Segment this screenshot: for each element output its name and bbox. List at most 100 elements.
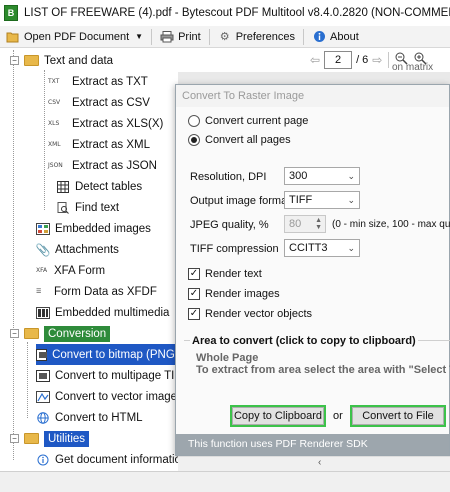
tree-item-form-data-xfdf[interactable]: ☰ Form Data as XFDF (36, 281, 157, 302)
radio-indicator[interactable] (188, 115, 200, 127)
radio-convert-all-pages[interactable]: Convert all pages (188, 134, 291, 146)
tree-label: Detect tables (75, 180, 143, 193)
collapse-icon[interactable]: − (10, 434, 19, 443)
zoom-out-icon[interactable] (395, 52, 408, 68)
collapse-icon[interactable]: − (10, 56, 19, 65)
stepper-arrows-icon[interactable]: ▲ ▼ (315, 217, 322, 231)
tree-item-extract-xml[interactable]: XML Extract as XML (48, 134, 150, 155)
xls-icon: XLS (48, 120, 60, 127)
copy-to-clipboard-button[interactable]: Copy to Clipboard (230, 405, 326, 427)
open-pdf-label: Open PDF Document (24, 30, 130, 43)
checkbox-render-vector[interactable]: ✓ Render vector objects (188, 308, 312, 320)
previous-page-icon[interactable]: ⇦ (310, 53, 320, 67)
output-format-value: TIFF (289, 194, 313, 206)
toolbar-separator (208, 28, 210, 45)
checkmark-icon[interactable]: ✓ (188, 268, 200, 280)
toolbar-separator (303, 28, 305, 45)
jpeg-quality-stepper[interactable]: 80 ▲ ▼ (284, 215, 326, 233)
jpeg-quality-value: 80 (289, 218, 302, 230)
chevron-down-icon: ⌄ (347, 195, 355, 205)
tree-item-convert-vector[interactable]: Convert to vector image ( (36, 386, 178, 407)
toolbar-separator (388, 52, 390, 68)
collapse-icon[interactable]: − (10, 329, 19, 338)
resolution-select[interactable]: 300 ⌄ (284, 167, 360, 185)
tiff-compression-select[interactable]: CCITT3 ⌄ (284, 239, 360, 257)
checkbox-render-text[interactable]: ✓ Render text (188, 268, 262, 280)
table-icon (56, 180, 70, 194)
printer-icon (160, 30, 174, 44)
jpeg-quality-hint: (0 - min size, 100 - max qualit (332, 219, 450, 230)
tree-item-extract-json[interactable]: JSON Extract as JSON (48, 155, 157, 176)
tree-label: Attachments (55, 243, 119, 256)
tree-item-convert-bitmap[interactable]: Convert to bitmap (PNG, (36, 344, 178, 365)
window-title: LIST OF FREEWARE (4).pdf - Bytescout PDF… (24, 7, 450, 19)
print-label: Print (178, 30, 201, 43)
tree-label: Convert to multipage TIFF (55, 369, 178, 382)
preferences-label: Preferences (235, 30, 296, 43)
info-icon (312, 30, 326, 44)
checkmark-icon[interactable]: ✓ (188, 308, 200, 320)
tree-item-embedded-images[interactable]: Embedded images (36, 218, 151, 239)
about-button[interactable]: About (306, 27, 365, 47)
xfdf-icon: ☰ (36, 288, 42, 295)
scroll-left-icon[interactable]: ‹ (318, 457, 321, 468)
open-pdf-button[interactable]: Open PDF Document ▼ (0, 27, 149, 47)
vector-image-icon (36, 390, 50, 404)
tree-item-embedded-multimedia[interactable]: Embedded multimedia (36, 302, 169, 323)
tree-item-extract-txt[interactable]: TXT Extract as TXT (48, 71, 148, 92)
zoom-in-icon[interactable] (414, 52, 427, 68)
area-whole-page[interactable]: Whole Page (196, 352, 258, 364)
find-text-icon (56, 201, 70, 215)
horizontal-scrollbar[interactable]: ‹ (178, 456, 450, 471)
xml-icon: XML (48, 141, 61, 148)
tiff-icon (36, 369, 50, 382)
tree-label: Conversion (44, 325, 111, 342)
tree-label: XFA Form (54, 264, 106, 277)
tree-node-text-and-data[interactable]: − Text and data (10, 50, 113, 71)
checkbox-render-images[interactable]: ✓ Render images (188, 288, 280, 300)
folder-open-icon (6, 30, 20, 44)
tree-label: Extract as XLS(X) (72, 117, 164, 130)
tree-label: Find text (75, 201, 120, 214)
chevron-down-icon: ⌄ (347, 171, 355, 181)
next-page-icon[interactable]: ⇨ (372, 53, 382, 67)
tree-item-extract-csv[interactable]: CSV Extract as CSV (48, 92, 150, 113)
output-format-select[interactable]: TIFF ⌄ (284, 191, 360, 209)
preferences-button[interactable]: ⚙ Preferences (212, 27, 301, 47)
radio-label: Convert current page (205, 115, 309, 127)
tree-item-get-document-information[interactable]: Get document information (36, 449, 178, 470)
tree-node-utilities[interactable]: − Utilities (10, 428, 90, 449)
tree-item-find-text[interactable]: Find text (56, 197, 119, 218)
status-bar (0, 471, 450, 492)
radio-convert-current-page[interactable]: Convert current page (188, 115, 308, 127)
about-label: About (330, 30, 359, 43)
checkmark-icon[interactable]: ✓ (188, 288, 200, 300)
tree-label: Extract as CSV (72, 96, 150, 109)
radio-indicator[interactable] (188, 134, 200, 146)
area-title: Area to convert (click to copy to clipbo… (190, 335, 418, 347)
radio-label: Convert all pages (205, 134, 291, 146)
print-button[interactable]: Print (154, 27, 207, 47)
page-navigator: ⇦ 2 / 6 ⇨ (310, 48, 427, 72)
tree-label: Convert to bitmap (PNG, (52, 348, 178, 361)
tree-item-xfa-form[interactable]: XFA XFA Form (36, 260, 105, 281)
tree-item-extract-xls[interactable]: XLS Extract as XLS(X) (48, 113, 163, 134)
tree-item-convert-multipage-tiff[interactable]: Convert to multipage TIFF (36, 365, 178, 386)
tree-item-attachments[interactable]: 📎 Attachments (36, 239, 119, 260)
tree-item-detect-tables[interactable]: Detect tables (56, 176, 142, 197)
page-number-input[interactable]: 2 (324, 51, 353, 69)
or-label: or (333, 410, 343, 422)
convert-to-file-button[interactable]: Convert to File (350, 405, 446, 427)
tree-item-convert-html[interactable]: Convert to HTML (36, 407, 143, 428)
feature-tree: − Text and data TXT Extract as TXT CSV E… (0, 50, 178, 470)
app-icon: B (4, 5, 18, 21)
tree-node-conversion[interactable]: − Conversion (10, 323, 111, 344)
chevron-down-icon[interactable]: ▼ (135, 32, 143, 41)
xfa-icon: XFA (36, 267, 48, 274)
tree-label: Text and data (44, 54, 114, 67)
button-label: Convert to File (352, 407, 444, 425)
folder-icon (24, 433, 39, 444)
json-icon: JSON (48, 162, 63, 169)
checkbox-label: Render images (205, 288, 280, 300)
tree-label: Form Data as XFDF (54, 285, 157, 298)
